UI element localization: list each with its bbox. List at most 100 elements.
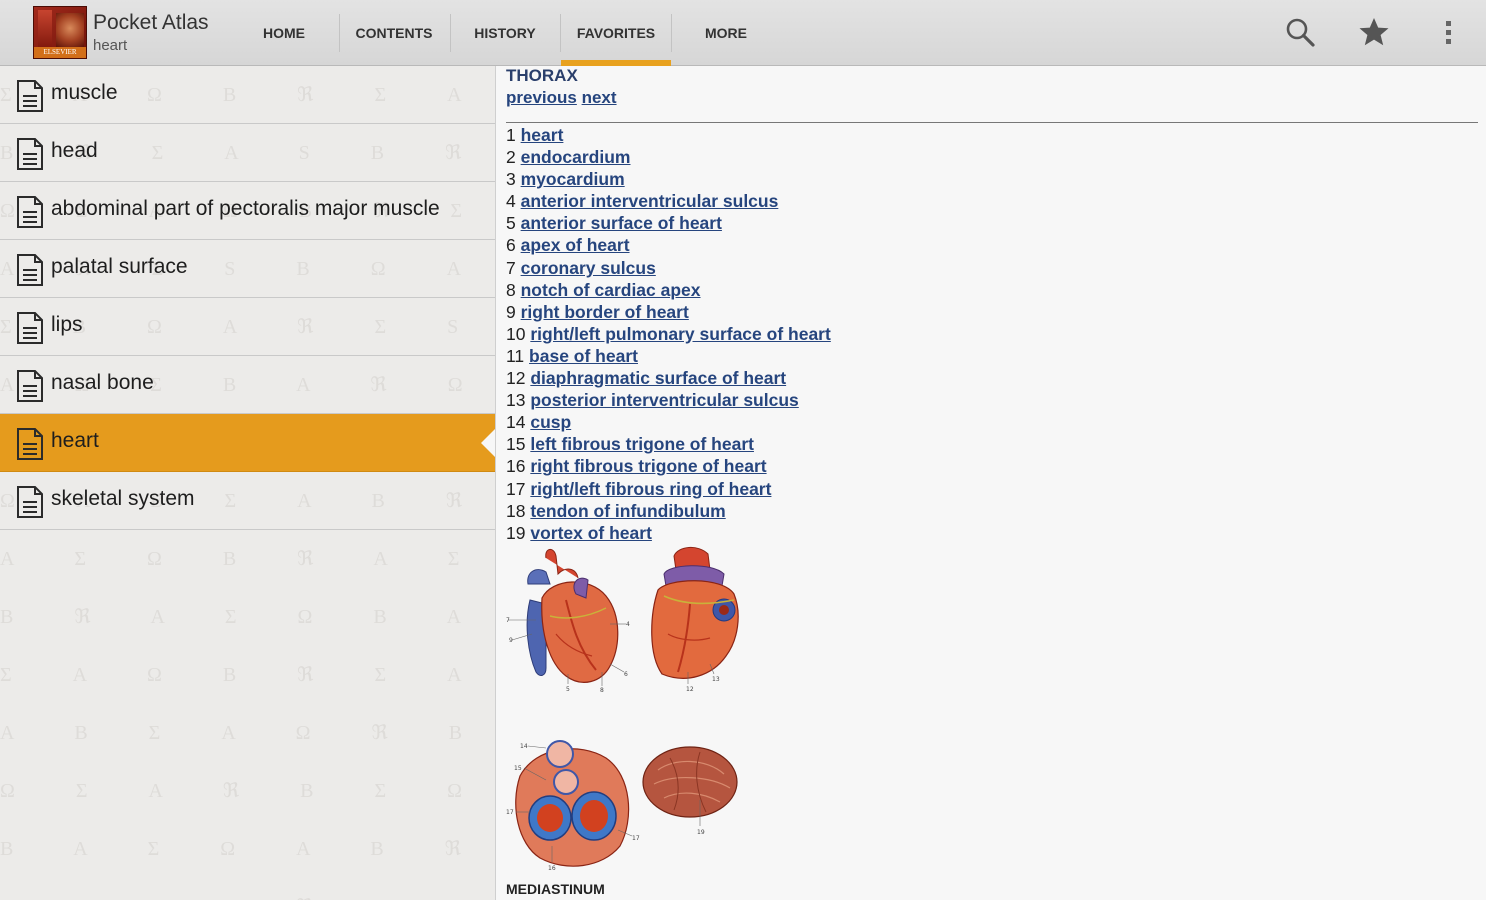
term-number: 3 bbox=[506, 169, 516, 190]
document-icon bbox=[17, 138, 43, 170]
list-item-label: nasal bone bbox=[51, 371, 154, 394]
figure-label: 17 bbox=[506, 809, 514, 816]
term-row: 14 cusp bbox=[506, 411, 831, 433]
term-number: 14 bbox=[506, 412, 526, 433]
term-row: 2 endocardium bbox=[506, 146, 831, 168]
tab-contents[interactable]: CONTENTS bbox=[339, 0, 449, 66]
figure-label: 5 bbox=[566, 686, 570, 693]
next-link[interactable]: next bbox=[582, 88, 617, 107]
list-item[interactable]: palatal surface bbox=[0, 240, 495, 298]
document-icon bbox=[17, 428, 43, 460]
term-number: 10 bbox=[506, 323, 526, 344]
figure-label: 8 bbox=[600, 687, 604, 694]
term-row: 10 right/left pulmonary surface of heart bbox=[506, 323, 831, 345]
term-row: 16 right fibrous trigone of heart bbox=[506, 455, 831, 477]
list-item[interactable]: muscle bbox=[0, 66, 495, 124]
term-link[interactable]: right/left fibrous ring of heart bbox=[530, 479, 771, 499]
term-number: 4 bbox=[506, 191, 516, 212]
list-item[interactable]: abdominal part of pectoralis major muscl… bbox=[0, 182, 495, 240]
tab-history[interactable]: HISTORY bbox=[450, 0, 560, 66]
term-number: 1 bbox=[506, 125, 516, 145]
term-link[interactable]: posterior interventricular sulcus bbox=[530, 390, 798, 410]
term-link[interactable]: vortex of heart bbox=[530, 523, 652, 543]
list-item[interactable]: head bbox=[0, 124, 495, 182]
figure-label: 12 bbox=[686, 686, 694, 693]
tab-more[interactable]: MORE bbox=[671, 0, 781, 66]
document-icon bbox=[17, 80, 43, 112]
next-section-label: MEDIASTINUM bbox=[506, 881, 605, 897]
app-logo-icon[interactable]: ELSEVIER bbox=[33, 6, 87, 59]
list-item[interactable]: nasal bone bbox=[0, 356, 495, 414]
overflow-menu-icon[interactable] bbox=[1432, 16, 1464, 48]
term-link[interactable]: anterior surface of heart bbox=[521, 213, 722, 233]
term-row: 4 anterior interventricular sulcus bbox=[506, 190, 831, 212]
list-item[interactable]: skeletal system bbox=[0, 472, 495, 530]
term-row: 18 tendon of infundibulum bbox=[506, 500, 831, 522]
figure-label: 17 bbox=[632, 835, 640, 842]
term-number: 12 bbox=[506, 368, 526, 389]
term-number: 6 bbox=[506, 235, 516, 256]
term-link[interactable]: right/left pulmonary surface of heart bbox=[530, 324, 830, 344]
term-link[interactable]: cusp bbox=[530, 412, 571, 432]
term-number: 11 bbox=[506, 345, 525, 366]
term-link[interactable]: heart bbox=[521, 125, 564, 145]
figure-label: 4 bbox=[626, 621, 630, 628]
term-row: 11 base of heart bbox=[506, 345, 831, 367]
document-icon bbox=[17, 196, 43, 228]
illustration-area: 7 4 9 5 8 6 12 13 14 15 17 17 16 19 bbox=[506, 544, 756, 880]
favorites-list-pane: Σ A Ω B ℜ Σ A Ω B B ℜ Σ A S B ℜ A Ω Σ A … bbox=[0, 66, 495, 900]
figure-label: 7 bbox=[506, 617, 510, 624]
term-link[interactable]: notch of cardiac apex bbox=[521, 280, 701, 300]
term-link[interactable]: left fibrous trigone of heart bbox=[530, 434, 754, 454]
term-link[interactable]: base of heart bbox=[529, 346, 638, 366]
term-number: 13 bbox=[506, 390, 526, 411]
term-link[interactable]: coronary sulcus bbox=[521, 258, 656, 278]
term-link[interactable]: myocardium bbox=[521, 169, 625, 189]
entry-detail-pane: THORAX previous next 1 heart 2 endocardi… bbox=[495, 66, 1486, 900]
selection-pointer bbox=[481, 428, 496, 458]
term-row: 7 coronary sulcus bbox=[506, 257, 831, 279]
term-number: 15 bbox=[506, 434, 526, 455]
term-link[interactable]: apex of heart bbox=[521, 235, 630, 255]
term-link[interactable]: right border of heart bbox=[521, 302, 689, 322]
figure-label: 16 bbox=[548, 865, 556, 872]
figure-label: 15 bbox=[514, 765, 522, 772]
term-row: 19 vortex of heart bbox=[506, 522, 831, 544]
term-row: 5 anterior surface of heart bbox=[506, 212, 831, 234]
term-link[interactable]: tendon of infundibulum bbox=[530, 501, 725, 521]
document-icon bbox=[17, 370, 43, 402]
figure-label: 13 bbox=[712, 676, 720, 683]
term-number: 17 bbox=[506, 478, 526, 499]
term-number: 2 bbox=[506, 147, 516, 168]
heart-anterior-illustration[interactable]: 7 4 9 5 8 6 bbox=[506, 544, 634, 694]
search-icon[interactable] bbox=[1284, 16, 1316, 48]
heart-vortex-illustration[interactable]: 19 bbox=[640, 740, 744, 840]
tab-favorites[interactable]: FAVORITES bbox=[561, 0, 671, 66]
term-number: 5 bbox=[506, 213, 516, 234]
term-link[interactable]: endocardium bbox=[521, 147, 631, 167]
app-logo-publisher: ELSEVIER bbox=[34, 47, 86, 58]
section-title: THORAX bbox=[506, 66, 578, 85]
figure-label: 19 bbox=[697, 829, 705, 836]
app-title: Pocket Atlas bbox=[93, 11, 209, 34]
term-number: 7 bbox=[506, 257, 516, 278]
heart-valves-illustration[interactable]: 14 15 17 17 16 bbox=[506, 736, 646, 876]
list-item[interactable]: lips bbox=[0, 298, 495, 356]
term-link[interactable]: right fibrous trigone of heart bbox=[530, 456, 766, 476]
term-link[interactable]: anterior interventricular sulcus bbox=[521, 191, 779, 211]
star-icon[interactable] bbox=[1358, 16, 1390, 48]
figure-label: 6 bbox=[624, 671, 628, 678]
tab-home[interactable]: HOME bbox=[229, 0, 339, 66]
list-item-selected[interactable]: heart bbox=[0, 414, 495, 472]
term-row: 17 right/left fibrous ring of heart bbox=[506, 478, 831, 500]
heart-posterior-illustration[interactable]: 12 13 bbox=[638, 544, 748, 694]
list-item-label: skeletal system bbox=[51, 487, 195, 510]
divider bbox=[506, 122, 1478, 123]
action-bar: ELSEVIER Pocket Atlas heart HOME CONTENT… bbox=[0, 0, 1486, 66]
previous-link[interactable]: previous bbox=[506, 88, 577, 107]
figure-label: 9 bbox=[509, 637, 513, 644]
term-row: 13 posterior interventricular sulcus bbox=[506, 389, 831, 411]
term-row: 12 diaphragmatic surface of heart bbox=[506, 367, 831, 389]
document-icon bbox=[17, 312, 43, 344]
term-link[interactable]: diaphragmatic surface of heart bbox=[530, 368, 786, 388]
